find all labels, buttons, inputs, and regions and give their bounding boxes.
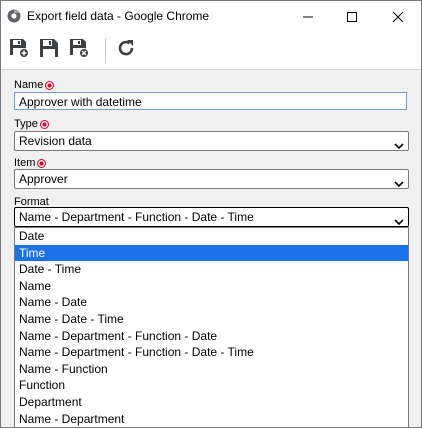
type-select[interactable]: Revision data (14, 131, 409, 151)
item-label-row: Item (14, 157, 47, 169)
format-option[interactable]: Name - Date (15, 294, 408, 311)
type-label-row: Type (14, 118, 49, 130)
format-option[interactable]: Name - Department (15, 411, 408, 427)
save-new-icon (8, 37, 30, 64)
minimize-button[interactable] (285, 1, 331, 32)
chevron-down-icon (394, 137, 404, 150)
format-select-value: Name - Department - Function - Date - Ti… (19, 210, 254, 224)
format-option[interactable]: Name (15, 278, 408, 295)
name-label: Name (14, 79, 44, 91)
format-select[interactable]: Name - Department - Function - Date - Ti… (14, 207, 409, 227)
format-option[interactable]: Date - Time (15, 261, 408, 278)
required-icon (39, 119, 49, 129)
format-option[interactable]: Name - Function (15, 361, 408, 378)
close-button[interactable] (375, 1, 421, 32)
name-label-row: Name (14, 79, 55, 91)
format-option[interactable]: Function (15, 377, 408, 394)
chevron-down-icon (394, 175, 404, 188)
refresh-button[interactable] (114, 38, 138, 62)
format-dropdown-list: Date Time Date - Time Name Name - Date N… (14, 227, 409, 427)
type-select-value: Revision data (19, 134, 92, 148)
window-title: Export field data - Google Chrome (27, 9, 210, 23)
maximize-button[interactable] (329, 1, 375, 32)
item-label: Item (14, 157, 36, 169)
format-option[interactable]: Name - Date - Time (15, 311, 408, 328)
save-icon (38, 37, 60, 64)
type-label: Type (14, 118, 38, 130)
save-close-icon (68, 37, 90, 64)
refresh-icon (115, 37, 137, 64)
chevron-down-icon (394, 213, 404, 226)
format-option[interactable]: Department (15, 394, 408, 411)
item-select-value: Approver (19, 172, 68, 186)
format-option[interactable]: Name - Department - Function - Date - Ti… (15, 344, 408, 361)
format-option-highlighted[interactable]: Time (15, 244, 408, 262)
item-select[interactable]: Approver (14, 169, 409, 189)
save-new-button[interactable] (7, 38, 31, 62)
toolbar-separator (105, 38, 106, 63)
chrome-app-icon (7, 9, 21, 23)
format-option[interactable]: Name - Department - Function - Date (15, 328, 408, 345)
chrome-window: Export field data - Google Chrome Name A… (0, 0, 422, 428)
toolbar (1, 32, 421, 70)
title-bar: Export field data - Google Chrome (1, 1, 421, 32)
name-field[interactable]: Approver with datetime (14, 92, 407, 110)
format-option[interactable]: Date (15, 228, 408, 245)
required-icon (37, 158, 47, 168)
save-close-button[interactable] (67, 38, 91, 62)
required-icon (45, 80, 55, 90)
save-button[interactable] (37, 38, 61, 62)
